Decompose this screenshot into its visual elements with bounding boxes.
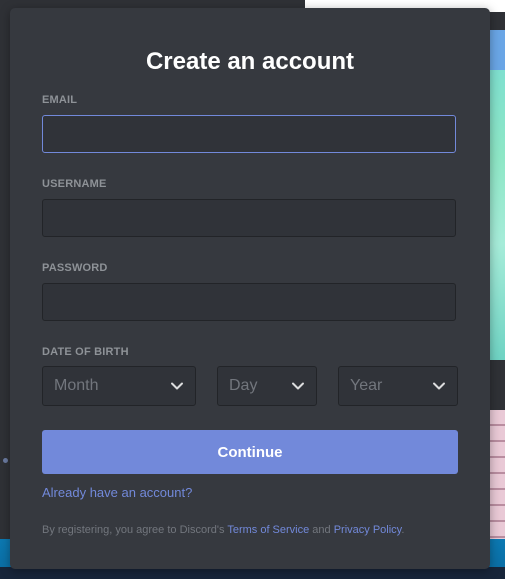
email-label: EMAIL: [42, 94, 78, 106]
login-link[interactable]: Already have an account?: [42, 485, 192, 500]
background-dot: [3, 458, 8, 463]
chevron-down-icon: [292, 382, 304, 390]
modal-title: Create an account: [145, 48, 355, 75]
month-select[interactable]: Month: [42, 366, 196, 406]
month-select-value: Month: [54, 377, 99, 394]
day-select-value: Day: [229, 377, 258, 394]
terms-of-service-link[interactable]: Terms of Service: [227, 524, 309, 536]
year-select-value: Year: [350, 377, 383, 394]
username-field[interactable]: [42, 199, 456, 237]
day-select[interactable]: Day: [217, 366, 317, 406]
terms-text: By registering, you agree to Discord's T…: [42, 524, 404, 536]
terms-prefix: By registering, you agree to Discord's: [42, 524, 228, 536]
year-select[interactable]: Year: [338, 366, 458, 406]
register-modal: Create an account EMAIL USERNAME PASSWOR…: [10, 8, 490, 569]
password-label: PASSWORD: [42, 262, 108, 274]
privacy-policy-link[interactable]: Privacy Policy: [334, 524, 402, 536]
terms-and: and: [309, 524, 334, 536]
chevron-down-icon: [433, 382, 445, 390]
email-field[interactable]: [42, 115, 456, 153]
continue-button[interactable]: Continue: [42, 430, 458, 474]
dob-label: DATE OF BIRTH: [42, 346, 129, 358]
terms-suffix: .: [401, 524, 405, 536]
chevron-down-icon: [171, 382, 183, 390]
username-label: USERNAME: [42, 178, 107, 190]
password-field[interactable]: [42, 283, 456, 321]
